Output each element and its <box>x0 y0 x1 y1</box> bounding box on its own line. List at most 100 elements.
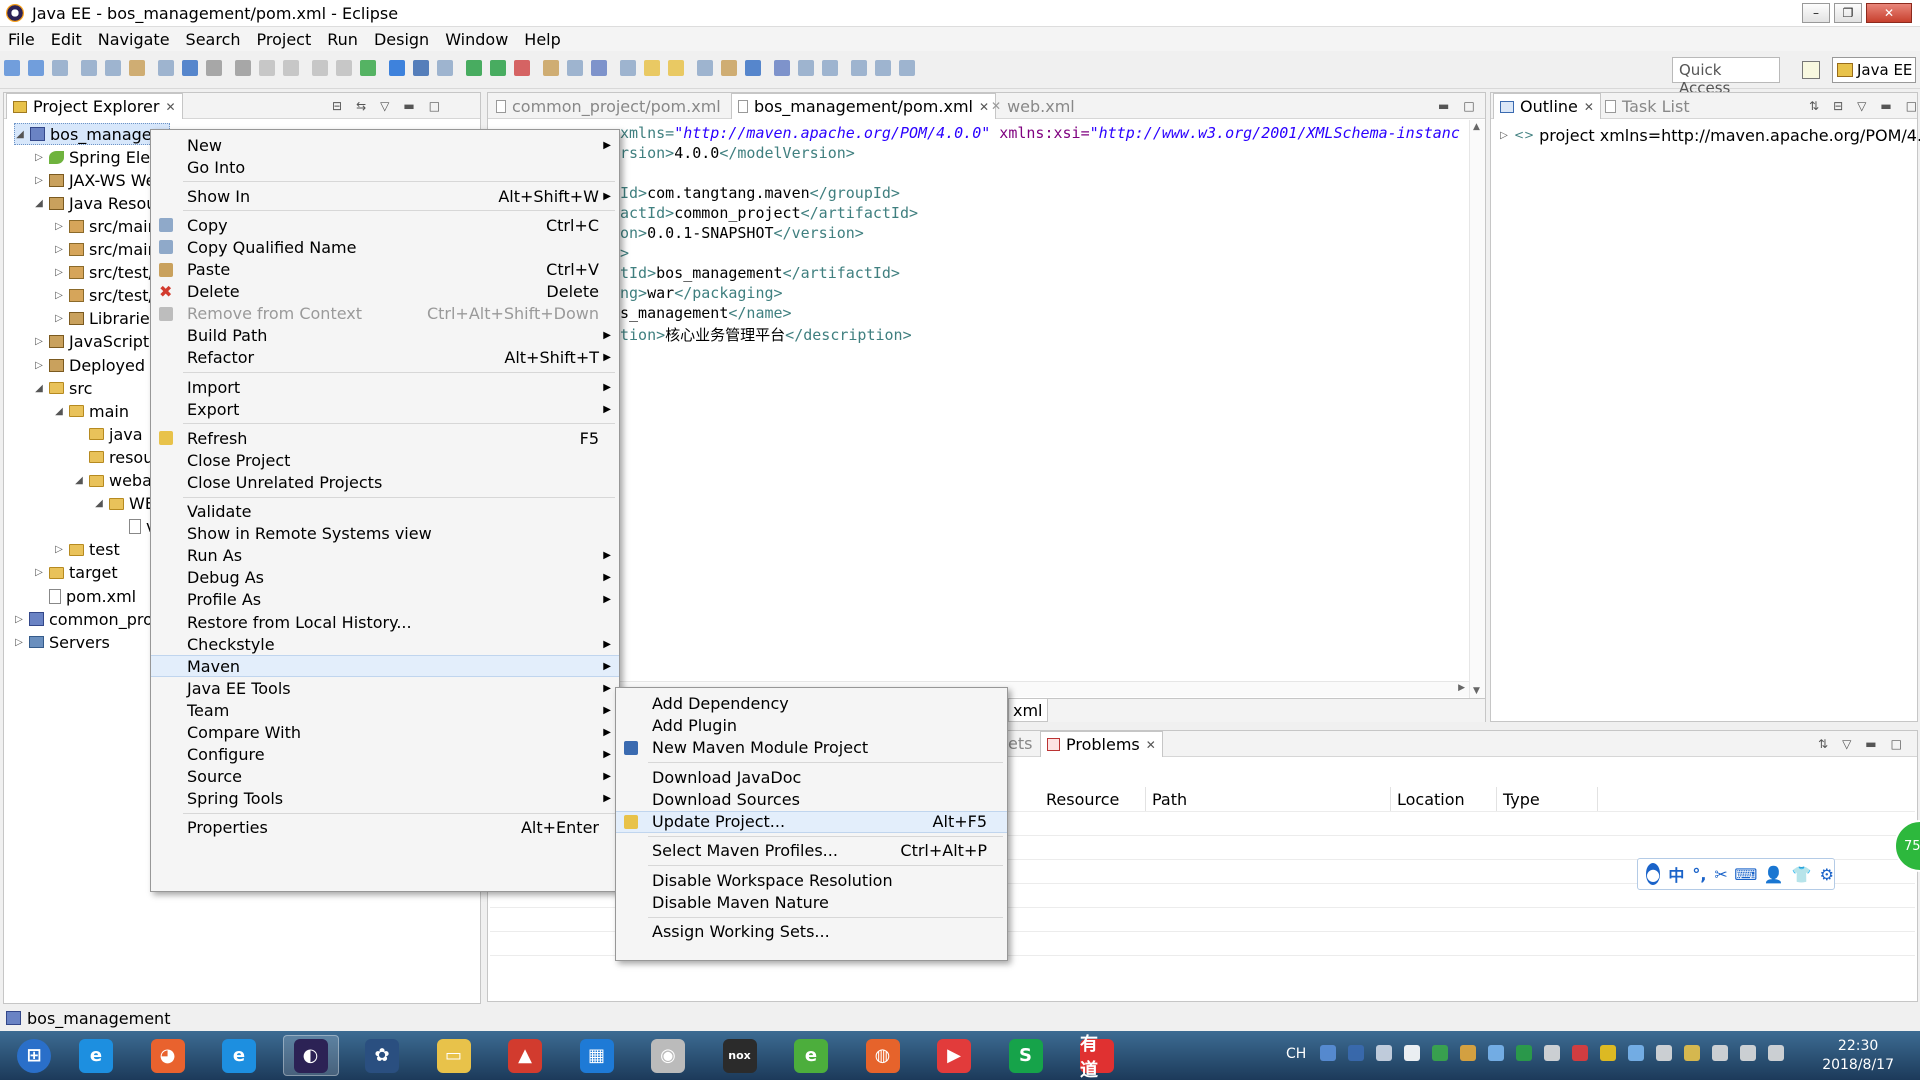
tree-item-src-test[interactable]: ▷ src/test/ <box>54 262 154 284</box>
menu-item-close-unrelated-projects[interactable]: Close Unrelated Projects <box>151 471 619 493</box>
menu-item-paste[interactable]: Paste Ctrl+V <box>151 259 619 281</box>
tray-app-7-icon[interactable] <box>1488 1045 1504 1061</box>
tray-app-6-icon[interactable] <box>1460 1045 1476 1061</box>
toolbar-tool-35-icon[interactable] <box>875 60 891 76</box>
link-editor-icon[interactable]: ⇆ <box>356 99 366 113</box>
menu-item-delete[interactable]: ✖ Delete Delete <box>151 281 619 303</box>
minimize-view-icon[interactable]: ▬ <box>1880 99 1891 113</box>
expand-arrow-icon[interactable]: ▷ <box>54 244 64 255</box>
toolbar-tool-31-icon[interactable] <box>774 60 790 76</box>
ime-logo-icon[interactable]: ● <box>1646 863 1661 885</box>
expand-arrow-icon[interactable]: ▷ <box>54 267 64 278</box>
expand-arrow-icon[interactable]: ◢ <box>34 198 44 209</box>
toolbar-tool-11-icon[interactable] <box>259 60 275 76</box>
toolbar-tool-23-icon[interactable] <box>567 60 583 76</box>
menu-item-checkstyle[interactable]: Checkstyle ▶ <box>151 633 619 655</box>
taskbar-ie2-icon[interactable]: e <box>211 1035 267 1076</box>
tree-item-main[interactable]: ◢ main <box>54 400 129 422</box>
close-button[interactable]: ✕ <box>1866 3 1912 23</box>
maximize-view-icon[interactable]: □ <box>1891 737 1902 751</box>
tree-item-src-main[interactable]: ▷ src/main <box>54 215 158 237</box>
tray-app-15-icon[interactable] <box>1712 1045 1728 1061</box>
taskbar-youdao-icon[interactable]: 有道 <box>1069 1034 1125 1080</box>
toolbar-tool-13-icon[interactable] <box>312 60 328 76</box>
expand-arrow-icon[interactable]: ◢ <box>54 406 64 417</box>
view-menu-icon[interactable]: ▽ <box>380 99 389 113</box>
taskbar-firefox-icon[interactable]: ◍ <box>855 1035 911 1076</box>
menu-item-select-maven-profiles[interactable]: Select Maven Profiles... Ctrl+Alt+P <box>616 840 1007 862</box>
toolbar-tool-36-icon[interactable] <box>899 60 915 76</box>
tree-item-target[interactable]: ▷ target <box>34 562 118 584</box>
tray-app-3-icon[interactable] <box>1376 1045 1392 1061</box>
tray-app-14-icon[interactable] <box>1684 1045 1700 1061</box>
tab-project-explorer[interactable]: Project Explorer ✕ <box>6 93 183 119</box>
taskbar-color-app-icon[interactable]: ◕ <box>140 1035 196 1076</box>
menu-item-add-plugin[interactable]: Add Plugin <box>616 714 1007 736</box>
scroll-up-icon[interactable]: ▲ <box>1473 122 1480 132</box>
toolbar-tool-14-icon[interactable] <box>336 60 352 76</box>
scroll-right-icon[interactable]: ▶ <box>1458 683 1465 693</box>
collapse-all-icon[interactable]: ⊟ <box>332 99 342 113</box>
tab-problems[interactable]: Problems ✕ <box>1040 731 1163 757</box>
toolbar-tool-15-icon[interactable] <box>360 60 376 76</box>
close-icon[interactable]: ✕ <box>1146 738 1156 752</box>
expand-arrow-icon[interactable]: ◢ <box>74 475 84 486</box>
toolbar-tool-9-icon[interactable] <box>206 60 222 76</box>
tree-item-java[interactable]: java <box>74 423 143 445</box>
tray-app-9-icon[interactable] <box>1544 1045 1560 1061</box>
tab-web-xml[interactable]: ✕ web.xml <box>985 93 1081 119</box>
menu-item-import[interactable]: Import ▶ <box>151 376 619 398</box>
sort-icon[interactable]: ⇅ <box>1809 99 1819 113</box>
toolbar-tool-17-icon[interactable] <box>413 60 429 76</box>
expand-arrow-icon[interactable]: ◢ <box>15 129 25 140</box>
editor-bottom-tab[interactable]: xml <box>1008 699 1048 722</box>
open-perspective-icon[interactable] <box>1802 61 1820 79</box>
menu-search[interactable]: Search <box>178 30 249 49</box>
language-indicator[interactable]: CH <box>1286 1046 1306 1062</box>
expand-arrow-icon[interactable]: ▷ <box>1499 130 1509 141</box>
toolbar-tool-6-icon[interactable] <box>129 60 145 76</box>
tab-task-list[interactable]: Task List <box>1599 93 1696 119</box>
filter-icon[interactable]: ⇅ <box>1818 737 1828 751</box>
toolbar-tool-19-icon[interactable] <box>466 60 482 76</box>
tree-item-common-proj[interactable]: ▷ common_proj <box>14 608 157 630</box>
minimize-view-icon[interactable]: ▬ <box>1865 737 1876 751</box>
ime-tool-6-icon[interactable]: 👕 <box>1792 864 1812 884</box>
expand-arrow-icon[interactable]: ▷ <box>54 313 64 324</box>
tree-item-test[interactable]: ▷ test <box>54 539 120 561</box>
menu-edit[interactable]: Edit <box>43 30 90 49</box>
menu-item-maven[interactable]: Maven ▶ <box>151 655 619 678</box>
menu-file[interactable]: File <box>0 30 43 49</box>
quick-access-field[interactable]: Quick Access <box>1672 57 1780 97</box>
menu-item-update-project[interactable]: Update Project... Alt+F5 <box>616 810 1007 833</box>
expand-arrow-icon[interactable]: ▷ <box>54 221 64 232</box>
tree-item-src[interactable]: ◢ src <box>34 377 92 399</box>
ime-tool-1-icon[interactable]: 中 <box>1668 864 1684 885</box>
toolbar-tool-30-icon[interactable] <box>745 60 761 76</box>
scroll-down-icon[interactable]: ▼ <box>1473 686 1480 696</box>
toolbar-tool-18-icon[interactable] <box>437 60 453 76</box>
toolbar-tool-12-icon[interactable] <box>283 60 299 76</box>
expand-arrow-icon[interactable]: ▷ <box>14 614 24 625</box>
expand-arrow-icon[interactable]: ▷ <box>34 175 44 186</box>
maximize-view-icon[interactable]: □ <box>1906 99 1917 113</box>
taskbar-ie-icon[interactable]: e <box>68 1035 124 1076</box>
menu-item-assign-working-sets[interactable]: Assign Working Sets... <box>616 921 1007 943</box>
tree-item-resou[interactable]: resou <box>74 446 153 468</box>
menu-item-validate[interactable]: Validate <box>151 501 619 523</box>
close-icon[interactable]: ✕ <box>1584 100 1594 114</box>
menu-item-disable-maven-nature[interactable]: Disable Maven Nature <box>616 891 1007 913</box>
editor-vertical-scrollbar[interactable]: ▲ ▼ <box>1469 120 1485 698</box>
menu-navigate[interactable]: Navigate <box>90 30 178 49</box>
menu-item-profile-as[interactable]: Profile As ▶ <box>151 589 619 611</box>
menu-item-restore-from-local-history[interactable]: Restore from Local History... <box>151 611 619 633</box>
taskbar-camera-app-icon[interactable]: ◉ <box>640 1035 696 1076</box>
view-menu-icon[interactable]: ▽ <box>1842 737 1851 751</box>
toolbar-tool-21-icon[interactable] <box>514 60 530 76</box>
toolbar-tool-24-icon[interactable] <box>591 60 607 76</box>
menu-item-compare-with[interactable]: Compare With ▶ <box>151 722 619 744</box>
toolbar-tool-5-icon[interactable] <box>105 60 121 76</box>
ime-tool-3-icon[interactable]: ✂ <box>1714 864 1727 884</box>
menu-item-refresh[interactable]: Refresh F5 <box>151 427 619 449</box>
ime-tool-4-icon[interactable]: ⌨ <box>1734 864 1757 884</box>
